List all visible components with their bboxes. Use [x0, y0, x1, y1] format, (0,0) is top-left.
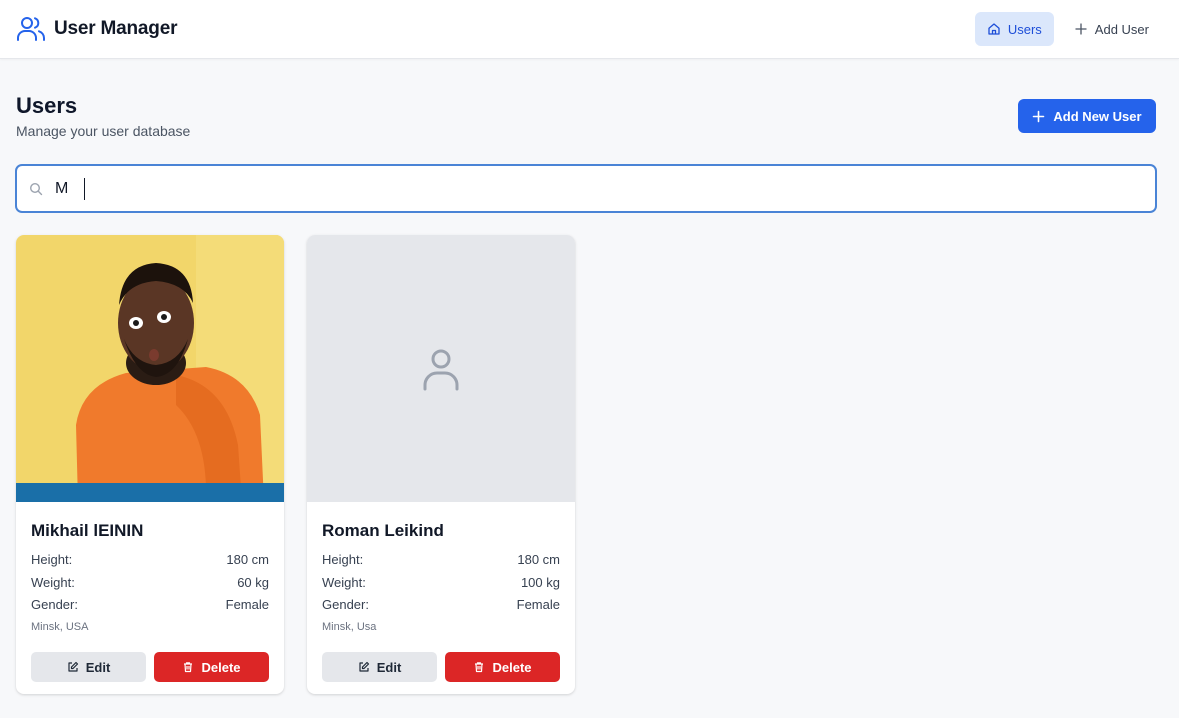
user-photo-placeholder — [307, 235, 575, 502]
user-photo-image — [16, 235, 284, 502]
gender-value: Female — [516, 597, 560, 612]
nav-add-user-button[interactable]: Add User — [1062, 12, 1161, 46]
height-label: Height: — [322, 552, 364, 567]
user-card: Roman Leikind Height: 180 cm Weight: 100… — [307, 235, 575, 694]
delete-button[interactable]: Delete — [154, 652, 269, 682]
search-input[interactable] — [55, 166, 1155, 211]
user-photo — [16, 235, 284, 502]
brand: User Manager — [16, 14, 177, 44]
weight-value: 100 kg — [520, 575, 560, 590]
nav-users-button[interactable]: Users — [974, 12, 1054, 46]
height-value: 180 cm — [517, 552, 560, 567]
trash-icon — [184, 662, 193, 673]
add-new-user-label: Add New User — [1053, 108, 1142, 124]
add-new-user-button[interactable]: Add New User — [1018, 99, 1156, 133]
trash-icon — [475, 662, 484, 673]
user-card: Mikhail lEININ Height: 180 cm Weight: 60… — [16, 235, 284, 694]
top-nav: Users Add User — [974, 12, 1161, 46]
user-name: Mikhail lEININ — [31, 521, 144, 540]
gender-label: Gender: — [322, 597, 369, 612]
users-icon — [17, 17, 45, 41]
page-subtitle: Manage your user database — [16, 123, 191, 139]
gender-row: Gender: Female — [31, 597, 269, 615]
edit-button[interactable]: Edit — [322, 652, 437, 682]
delete-button[interactable]: Delete — [445, 652, 560, 682]
height-row: Height: 180 cm — [322, 552, 560, 570]
gender-label: Gender: — [31, 597, 78, 612]
user-placeholder-icon — [423, 349, 459, 390]
delete-label: Delete — [492, 659, 532, 675]
home-icon — [988, 23, 1000, 35]
edit-icon — [359, 661, 369, 672]
card-actions: Edit Delete — [31, 652, 269, 682]
weight-row: Weight: 60 kg — [31, 575, 269, 593]
gender-value: Female — [225, 597, 269, 612]
search-icon — [29, 182, 43, 195]
user-location: Minsk, Usa — [322, 621, 377, 633]
edit-label: Edit — [85, 659, 111, 675]
height-row: Height: 180 cm — [31, 552, 269, 570]
height-label: Height: — [31, 552, 73, 567]
app-title: User Manager — [54, 18, 178, 39]
page-title: Users — [16, 93, 78, 118]
top-navigation-bar: User Manager Users Add User — [0, 0, 1179, 59]
edit-label: Edit — [376, 659, 402, 675]
weight-value: 60 kg — [237, 575, 269, 590]
plus-icon — [1075, 23, 1087, 35]
weight-label: Weight: — [322, 575, 366, 590]
height-value: 180 cm — [226, 552, 269, 567]
nav-users-label: Users — [1007, 21, 1042, 37]
card-actions: Edit Delete — [322, 652, 560, 682]
weight-label: Weight: — [31, 575, 75, 590]
text-caret — [84, 178, 85, 200]
nav-add-user-label: Add User — [1094, 21, 1149, 37]
edit-button[interactable]: Edit — [31, 652, 146, 682]
plus-icon — [1033, 110, 1045, 122]
gender-row: Gender: Female — [322, 597, 560, 615]
delete-label: Delete — [201, 659, 241, 675]
edit-icon — [68, 661, 78, 672]
weight-row: Weight: 100 kg — [322, 575, 560, 593]
search-box — [15, 164, 1157, 213]
user-location: Minsk, USA — [31, 621, 89, 633]
user-name: Roman Leikind — [322, 521, 444, 540]
